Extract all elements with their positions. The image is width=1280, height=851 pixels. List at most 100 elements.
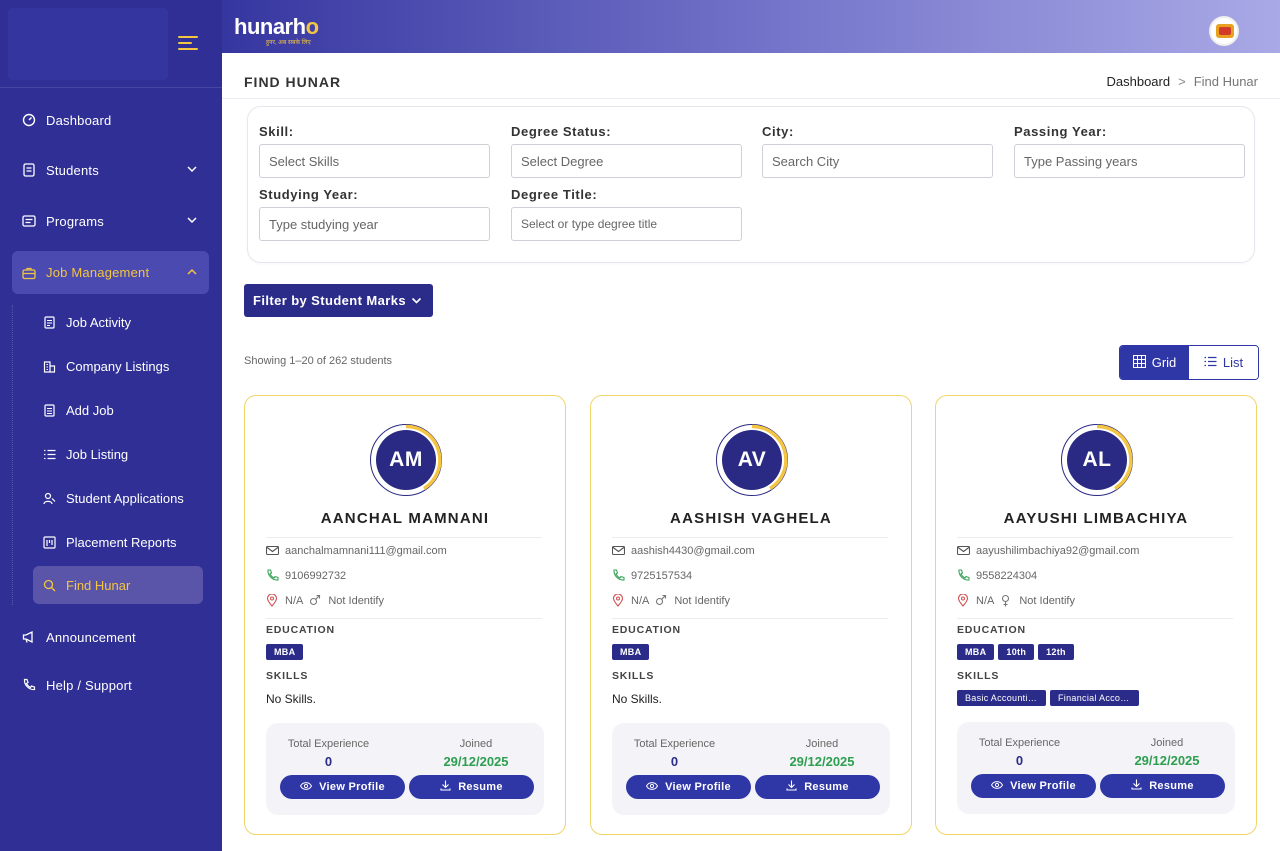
sidebar-item-job-management[interactable]: Job Management [12, 251, 209, 294]
phone-icon [612, 569, 625, 582]
student-card[interactable]: AM AANCHAL MAMNANI aanchalmamnani111@gma… [244, 395, 566, 835]
filter-panel: Skill: Select Skills Degree Status: Sele… [247, 106, 1255, 263]
student-location: N/A [976, 594, 995, 607]
student-name: AASHISH VAGHELA [670, 510, 832, 527]
degree-status-select[interactable]: Select Degree [511, 144, 742, 178]
sidebar-subitem-student-applications[interactable]: Student Applications [33, 479, 203, 517]
chevron-down-icon [185, 213, 199, 227]
city-search-input[interactable]: Search City [762, 144, 993, 178]
student-location-row: N/A Not Identify [612, 594, 730, 607]
passing-year-input[interactable]: Type Passing years [1014, 144, 1245, 178]
education-chip: 12th [1038, 644, 1074, 660]
sidebar-item-programs[interactable]: Programs [12, 201, 209, 241]
list-icon [43, 448, 56, 461]
sidebar-item-students[interactable]: Students [12, 150, 209, 190]
chevron-down-icon [410, 294, 423, 307]
sidebar-subitem-job-listing[interactable]: Job Listing [33, 435, 203, 473]
divider [957, 537, 1233, 538]
degree-title-input[interactable]: Select or type degree title [511, 207, 742, 241]
mail-icon [266, 544, 279, 557]
sidebar-subitem-label: Placement Reports [66, 534, 177, 550]
grid-view-button[interactable]: Grid [1120, 346, 1189, 379]
sidebar-item-label: Announcement [46, 629, 136, 645]
location-pin-icon [612, 594, 625, 607]
breadcrumb-separator: > [1178, 74, 1186, 89]
list-view-button[interactable]: List [1189, 346, 1258, 379]
view-profile-button[interactable]: View Profile [971, 774, 1096, 798]
view-profile-label: View Profile [319, 781, 385, 793]
hamburger-icon[interactable] [178, 34, 198, 52]
breadcrumb-dashboard[interactable]: Dashboard [1106, 74, 1170, 89]
sidebar-item-label: Dashboard [46, 112, 112, 128]
resume-button[interactable]: Resume [755, 775, 880, 799]
gender-icon [1000, 594, 1013, 607]
student-avatar: AL [1061, 424, 1133, 496]
skill-select[interactable]: Select Skills [259, 144, 490, 178]
education-heading: EDUCATION [957, 624, 1026, 636]
sidebar-subitem-placement-reports[interactable]: Placement Reports [33, 523, 203, 561]
student-name: AANCHAL MAMNANI [320, 510, 490, 527]
sidebar-item-help-support[interactable]: Help / Support [12, 665, 209, 705]
phone-icon [266, 569, 279, 582]
mail-icon [612, 544, 625, 557]
resume-button[interactable]: Resume [1100, 774, 1225, 798]
student-location-row: N/A Not Identify [266, 594, 384, 607]
skills-heading: SKILLS [957, 670, 1000, 682]
view-profile-button[interactable]: View Profile [280, 775, 405, 799]
sidebar-subitem-find-hunar[interactable]: Find Hunar [33, 566, 203, 604]
brand-logo[interactable]: hunarho [234, 14, 319, 40]
sidebar-item-label: Students [46, 162, 99, 178]
degree-title-label: Degree Title: [511, 187, 598, 202]
sidebar-subitem-label: Find Hunar [66, 577, 131, 593]
sidebar-subitem-label: Job Listing [66, 446, 129, 462]
sidebar-item-announcement[interactable]: Announcement [12, 617, 209, 657]
sidebar-item-label: Programs [46, 213, 104, 229]
sidebar-subitem-job-activity[interactable]: Job Activity [33, 303, 203, 341]
student-card[interactable]: AV AASHISH VAGHELA aashish4430@gmail.com… [590, 395, 912, 835]
student-email: aashish4430@gmail.com [631, 544, 755, 557]
download-icon [1131, 779, 1142, 793]
sidebar-item-dashboard[interactable]: Dashboard [12, 100, 209, 140]
user-avatar[interactable] [1209, 16, 1239, 46]
studying-year-input[interactable]: Type studying year [259, 207, 490, 241]
student-card[interactable]: AL AAYUSHI LIMBACHIYA aayushilimbachiya9… [935, 395, 1257, 835]
divider [612, 618, 888, 619]
sidebar-subitem-add-job[interactable]: Add Job [33, 391, 203, 429]
sidebar: Dashboard Students Programs Job Manageme… [0, 0, 222, 851]
resume-button[interactable]: Resume [409, 775, 534, 799]
studying-year-label: Studying Year: [259, 187, 359, 202]
skill-chip: Financial Accounting [1050, 690, 1139, 706]
student-name: AAYUSHI LIMBACHIYA [1003, 510, 1189, 527]
eye-icon [300, 781, 313, 794]
breadcrumb: Dashboard > Find Hunar [1106, 74, 1258, 89]
grid-view-label: Grid [1151, 355, 1177, 370]
student-phone-row: 9106992732 [266, 569, 346, 582]
dashboard-icon [22, 113, 36, 127]
report-icon [43, 535, 56, 549]
education-chips: MBA [266, 644, 304, 660]
education-chips: MBA [612, 644, 650, 660]
programs-icon [22, 214, 36, 228]
sidebar-logo [8, 8, 168, 80]
skills-heading: SKILLS [266, 670, 309, 682]
view-profile-button[interactable]: View Profile [626, 775, 751, 799]
joined-date: 29/12/2025 [789, 754, 855, 769]
filter-by-marks-button[interactable]: Filter by Student Marks [244, 284, 433, 317]
view-profile-label: View Profile [665, 781, 731, 793]
total-experience-value: 0 [324, 754, 333, 769]
sidebar-item-label: Job Management [46, 265, 150, 280]
total-experience-value: 0 [1015, 753, 1024, 768]
gender-icon [309, 594, 322, 607]
skill-chips: Basic Accounting Financial Accounting [957, 690, 1139, 706]
student-gender: Not Identify [328, 594, 384, 607]
brand-tagline: हुनर, अब सबके लिए [266, 40, 311, 46]
sidebar-subitem-company-listings[interactable]: Company Listings [33, 347, 203, 385]
skill-chip: Basic Accounting [957, 690, 1046, 706]
view-profile-label: View Profile [1010, 780, 1076, 792]
joined-date: 29/12/2025 [1134, 753, 1200, 768]
gender-icon [655, 594, 668, 607]
eye-icon [646, 781, 659, 794]
education-heading: EDUCATION [612, 624, 681, 636]
total-experience-label: Total Experience [633, 738, 716, 750]
list-icon [1204, 355, 1217, 371]
